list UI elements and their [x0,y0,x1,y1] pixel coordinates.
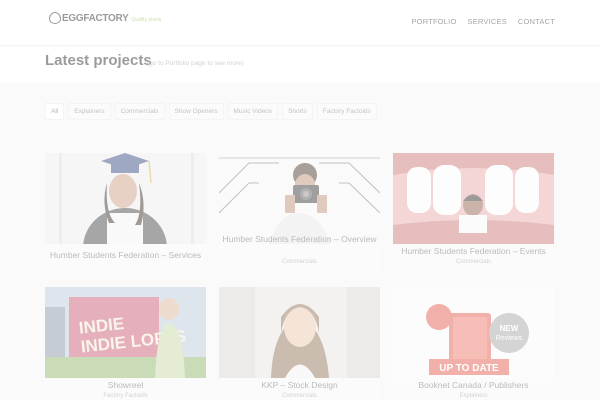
filter-factory-factoids[interactable]: Factory Factoids [316,103,377,120]
svg-text:NEW: NEW [500,324,519,333]
page-subtitle: (go to Portfolio page to see more) [147,60,244,67]
nav-portfolio[interactable]: PORTFOLIO [411,17,456,26]
project-title[interactable]: Booknet Canada / Publishers [393,379,554,391]
project-thumbnail[interactable]: NEW Reviews UP TO DATE [393,287,554,378]
project-title[interactable]: Humber Students Federation – Services [45,249,206,261]
site-header: EGGFACTORY Quality pixels PORTFOLIO SERV… [0,0,600,46]
filter-shorts[interactable]: Shorts [282,103,313,120]
project-thumbnail[interactable] [219,153,380,244]
project-title[interactable]: Showreel [45,379,206,391]
page-title: Latest projects [45,52,152,69]
filter-bar: All Explainers Commercials Show Openers … [45,103,377,120]
filter-show-openers[interactable]: Show Openers [168,103,224,120]
project-category: Commercials [281,259,317,265]
nav-contact[interactable]: CONTACT [518,17,555,26]
project-category: Explainers [459,393,488,399]
project-category: Factory Factoids [103,393,148,399]
project-title[interactable]: KKP – Stock Design [219,379,380,391]
egg-icon [49,12,61,24]
svg-text:Reviews: Reviews [496,335,523,342]
project-category: Commercials [281,393,317,399]
project-card[interactable]: Humber Students Federation – Overview Co… [219,153,380,277]
project-card[interactable]: KKP – Stock Design Commercials [219,287,380,400]
project-thumbnail[interactable] [45,153,206,244]
project-card[interactable]: Humber Students Federation – Events Comm… [393,153,554,277]
project-title[interactable]: Humber Students Federation – Overview [219,233,380,245]
svg-text:UP TO DATE: UP TO DATE [439,363,499,374]
project-thumbnail[interactable] [393,153,554,244]
filter-music-videos[interactable]: Music Videos [227,103,279,120]
filter-commercials[interactable]: Commercials [114,103,165,120]
main-nav: PORTFOLIO SERVICES CONTACT [411,17,555,26]
filter-explainers[interactable]: Explainers [68,103,111,120]
project-title[interactable]: Humber Students Federation – Events [393,245,554,257]
project-card[interactable]: INDIE INDIE LOFTS Showreel Factory Facto… [45,287,206,400]
project-card[interactable]: Humber Students Federation – Services [45,153,206,277]
nav-services[interactable]: SERVICES [468,17,507,26]
project-thumbnail[interactable]: INDIE INDIE LOFTS [45,287,206,378]
project-category: Commercials [455,259,491,265]
project-thumbnail[interactable] [219,287,380,378]
project-card[interactable]: NEW Reviews UP TO DATE Booknet Canada / … [393,287,554,400]
logo-text: EGGFACTORY [62,12,129,24]
logo[interactable]: EGGFACTORY Quality pixels [49,12,161,24]
logo-tagline: Quality pixels [131,16,162,23]
filter-all[interactable]: All [45,103,65,120]
